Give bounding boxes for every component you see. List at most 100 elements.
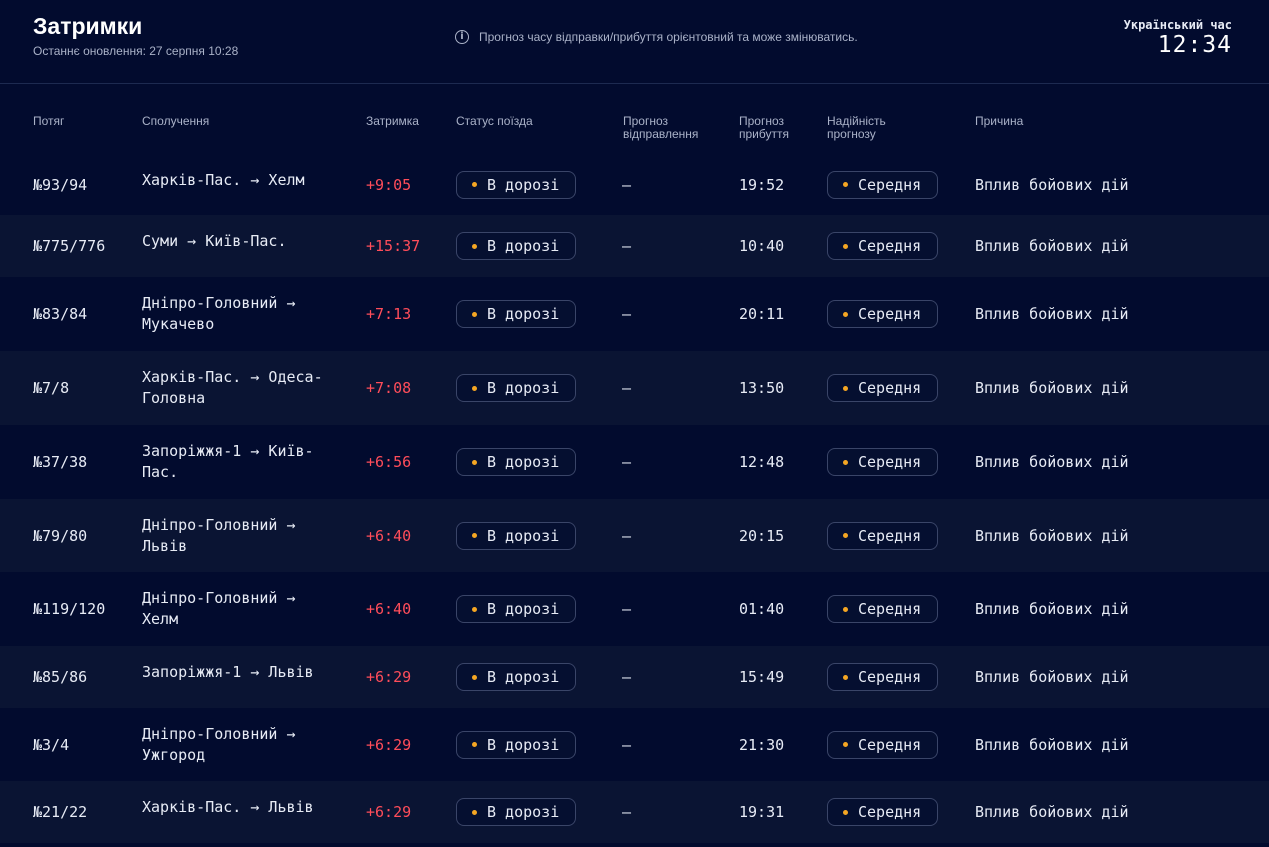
table-row: №775/776 Суми → Київ-Пас. +15:37 В дорозі — 1… [0, 215, 1269, 277]
departure-forecast: — [622, 735, 632, 754]
train-number: №7/8 [33, 379, 70, 397]
reliability-badge: Середня [827, 798, 939, 826]
status-dot-icon [472, 606, 477, 612]
departure-forecast: — [622, 175, 632, 194]
table-row: №7/8 Харків-Пас. → Одеса-Головна +7:08 В до… [0, 351, 1269, 425]
delay-value: +6:29 [366, 668, 412, 686]
page-title: Затримки [33, 13, 143, 39]
route-text: Дніпро-Головний → Ужгород [142, 725, 296, 764]
column-header-arrival: Прогноз прибуття [739, 115, 789, 141]
route-text: Запоріжжя-1 → Київ-Пас. [142, 442, 314, 481]
column-header-reason: Причина [975, 114, 1024, 128]
column-header-reliability: Надійність прогнозу [827, 115, 886, 141]
reliability-dot-icon [843, 533, 848, 538]
status-badge: В дорозі [456, 232, 577, 260]
reason-text: Вплив бойових дій [975, 668, 1129, 686]
delays-table-body: №93/94 Харків-Пас. → Хелм +9:05 В дорозі — 19… [0, 154, 1269, 843]
arrival-forecast: 19:31 [739, 803, 785, 821]
route-text: Суми → Київ-Пас. [142, 232, 287, 250]
arrival-forecast: 15:49 [739, 668, 785, 686]
delay-value: +7:13 [366, 305, 412, 323]
reliability-dot-icon [843, 182, 848, 187]
route-text: Харків-Пас. → Хелм [142, 171, 305, 189]
column-header-departure-line2: відправлення [623, 127, 699, 141]
reliability-dot-icon [843, 809, 848, 815]
route-text: Харків-Пас. → Одеса-Головна [142, 368, 323, 407]
column-header-reliability-line2: прогнозу [827, 127, 876, 141]
route-text: Дніпро-Головний → Мукачево [142, 294, 296, 333]
status-text: В дорозі [487, 175, 560, 194]
reliability-badge: Середня [827, 663, 939, 691]
reliability-dot-icon [843, 459, 848, 465]
reliability-dot-icon [843, 606, 848, 612]
reliability-text: Середня [858, 803, 922, 821]
reason-text: Вплив бойових дій [975, 453, 1129, 471]
column-header-route: Сполучення [142, 114, 210, 128]
departure-forecast: — [622, 803, 632, 821]
reason-text: Вплив бойових дій [975, 237, 1129, 255]
departure-forecast: — [622, 379, 632, 397]
forecast-notice: i Прогноз часу відправки/прибуття орієнт… [455, 30, 858, 44]
table-row: №83/84 Дніпро-Головний → Мукачево +7:13 В д… [0, 277, 1269, 351]
departure-forecast: — [622, 526, 632, 545]
reason-text: Вплив бойових дій [975, 379, 1129, 397]
reliability-badge: Середня [827, 521, 939, 550]
reason-text: Вплив бойових дій [975, 526, 1129, 545]
status-badge: В дорозі [456, 595, 577, 623]
delay-value: +9:05 [366, 175, 412, 194]
status-dot-icon [472, 742, 477, 747]
reason-text: Вплив бойових дій [975, 175, 1129, 194]
status-text: В дорозі [487, 237, 560, 255]
arrival-forecast: 19:52 [739, 175, 785, 194]
train-number: №93/94 [33, 175, 88, 194]
status-badge: В дорозі [456, 663, 577, 691]
status-badge: В дорозі [456, 730, 577, 759]
train-number: №37/38 [33, 453, 88, 471]
arrival-forecast: 13:50 [739, 379, 785, 397]
arrival-forecast: 01:40 [739, 600, 785, 618]
status-text: В дорозі [487, 735, 560, 754]
train-number: №85/86 [33, 668, 88, 686]
reason-text: Вплив бойових дій [975, 600, 1129, 618]
route-text: Харків-Пас. → Львів [142, 798, 314, 816]
train-number: №83/84 [33, 305, 88, 323]
train-number: №3/4 [33, 735, 70, 754]
delay-value: +6:40 [366, 600, 412, 618]
reliability-text: Середня [858, 600, 922, 618]
column-header-delay: Затримка [366, 114, 419, 128]
train-number: №119/120 [33, 600, 106, 618]
reliability-text: Середня [858, 453, 922, 471]
status-text: В дорозі [487, 803, 560, 821]
status-badge: В дорозі [456, 170, 577, 199]
table-row: №119/120 Дніпро-Головний → Хелм +6:40 В дор… [0, 572, 1269, 646]
status-badge: В дорозі [456, 448, 577, 476]
departure-forecast: — [622, 453, 632, 471]
train-number: №79/80 [33, 526, 88, 545]
departure-forecast: — [622, 305, 632, 323]
status-dot-icon [472, 182, 477, 187]
train-number: №775/776 [33, 237, 106, 255]
reason-text: Вплив бойових дій [975, 803, 1129, 821]
reliability-dot-icon [843, 742, 848, 747]
status-text: В дорозі [487, 526, 560, 545]
status-badge: В дорозі [456, 798, 577, 826]
reliability-badge: Середня [827, 374, 939, 402]
reason-text: Вплив бойових дій [975, 305, 1129, 323]
train-number: №21/22 [33, 803, 88, 821]
status-badge: В дорозі [456, 300, 577, 328]
status-dot-icon [472, 459, 477, 465]
table-row: №85/86 Запоріжжя-1 → Львів +6:29 В дорозі — 1… [0, 646, 1269, 708]
departure-forecast: — [622, 668, 632, 686]
status-dot-icon [472, 809, 477, 815]
reliability-badge: Середня [827, 595, 939, 623]
table-row: №21/22 Харків-Пас. → Львів +6:29 В дорозі — 1… [0, 781, 1269, 843]
table-row: №37/38 Запоріжжя-1 → Київ-Пас. +6:56 В доро… [0, 425, 1269, 499]
column-header-departure: Прогноз відправлення [623, 115, 698, 141]
reliability-text: Середня [858, 735, 922, 754]
status-dot-icon [472, 533, 477, 538]
delay-value: +15:37 [366, 237, 421, 255]
reliability-badge: Середня [827, 170, 939, 199]
departure-forecast: — [622, 600, 632, 618]
status-badge: В дорозі [456, 521, 577, 550]
arrival-forecast: 12:48 [739, 453, 785, 471]
